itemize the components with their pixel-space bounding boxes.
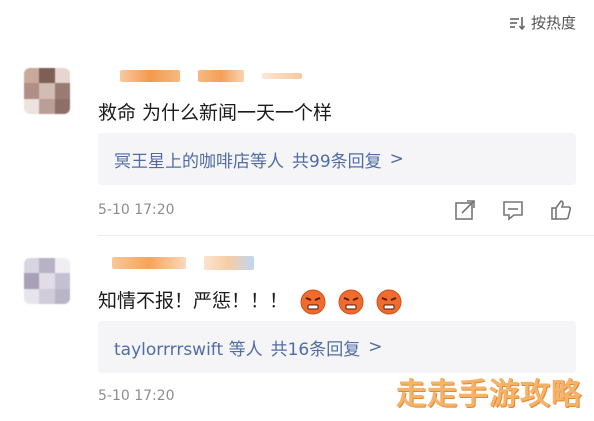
avatar[interactable] xyxy=(24,258,70,304)
angry-face-emoji xyxy=(338,289,364,314)
sort-icon xyxy=(509,16,525,30)
watermark: 走走手游攻略 xyxy=(396,377,582,412)
reply-count[interactable]: 共99条回复 xyxy=(292,147,382,172)
divider xyxy=(98,235,594,236)
avatar[interactable] xyxy=(24,68,70,114)
comment-text: 知情不报！严惩！！！ xyxy=(98,286,402,315)
username-blurred[interactable] xyxy=(120,68,302,84)
sort-by-hot-button[interactable]: 按热度 xyxy=(509,12,576,33)
chevron-right-icon: > xyxy=(389,149,404,169)
share-icon[interactable] xyxy=(454,199,476,221)
comment-text-body: 知情不报！严惩！！！ xyxy=(98,290,289,312)
comment-text: 救命 为什么新闻一天一个样 xyxy=(98,102,333,124)
angry-face-emoji xyxy=(300,289,326,314)
sort-label: 按热度 xyxy=(530,14,576,32)
chevron-right-icon: > xyxy=(368,337,383,357)
like-icon[interactable] xyxy=(550,199,572,221)
reply-count[interactable]: 共16条回复 xyxy=(271,335,361,360)
comment-actions xyxy=(454,199,572,221)
reply-users[interactable]: 冥王星上的咖啡店等人 xyxy=(114,147,284,172)
comment-icon[interactable] xyxy=(502,199,524,221)
reply-summary[interactable]: taylorrrrswift 等人 共16条回复 > xyxy=(98,321,576,373)
reply-summary[interactable]: 冥王星上的咖啡店等人 共99条回复 > xyxy=(98,133,576,185)
username-blurred[interactable] xyxy=(112,255,254,271)
angry-face-emoji xyxy=(376,289,402,314)
reply-users[interactable]: taylorrrrswift 等人 xyxy=(114,335,263,360)
comment-time: 5-10 17:20 xyxy=(98,202,175,218)
comment-time: 5-10 17:20 xyxy=(98,388,175,404)
